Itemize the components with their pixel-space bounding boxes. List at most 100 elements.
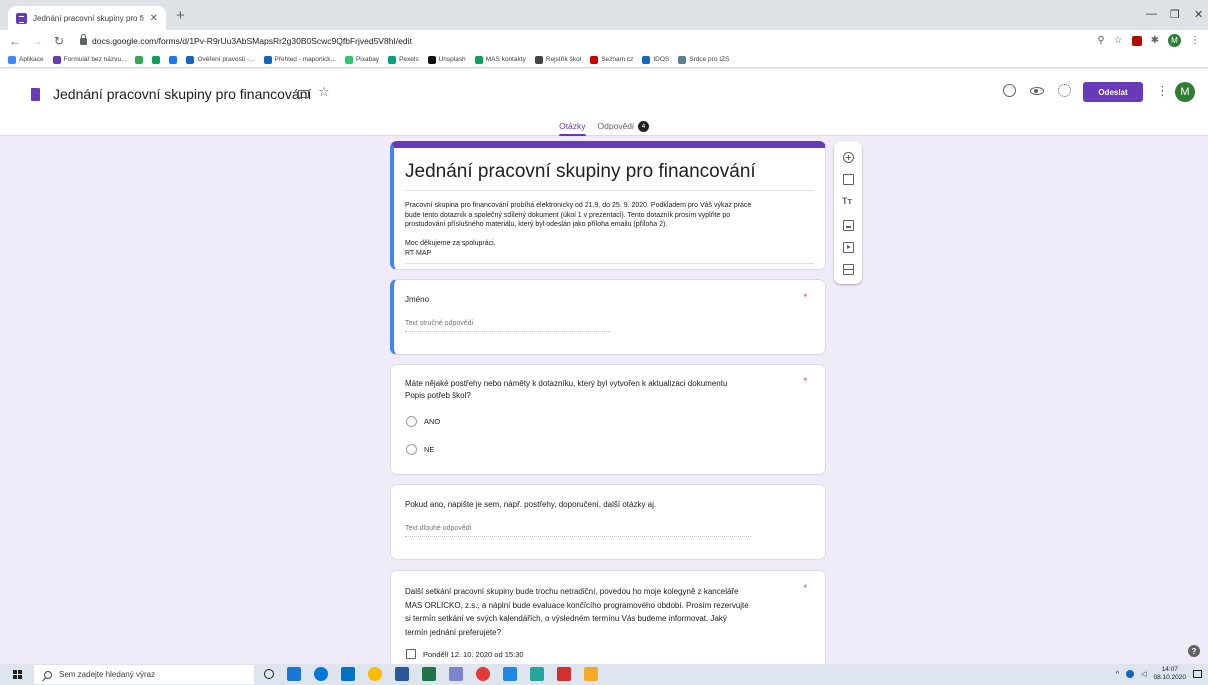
question-title[interactable]: Jméno [405,294,429,306]
bookmark-star-icon[interactable]: ☆ [1114,35,1123,46]
tray-chevron-icon[interactable]: ^ [1116,671,1119,678]
required-marker: * [803,292,807,302]
add-video-icon[interactable] [843,242,854,253]
question-title[interactable]: Máte nějaké postřehy nebo náměty k dotaz… [405,378,805,402]
form-header-card[interactable]: Jednání pracovní skupiny pro financování… [390,141,826,270]
cortana-icon[interactable] [264,669,274,679]
divider [405,190,814,191]
add-question-icon[interactable] [843,152,854,163]
bookmark-item[interactable]: Seznam.cz [590,55,634,64]
task-view-icon[interactable] [287,667,301,681]
file-explorer-icon[interactable] [584,667,598,681]
radio-button[interactable] [406,416,417,427]
tab-responses[interactable]: Odpovědi 4 [598,116,649,136]
form-description[interactable]: Pracovní skupina pro financování probíhá… [405,201,815,258]
radio-option[interactable]: NE [406,444,434,455]
bookmark-label: MAS kontakty [485,56,526,63]
tab-questions[interactable]: Otázky [559,116,586,136]
palette-icon[interactable] [1003,84,1016,97]
bookmark-item[interactable]: Pixabay [344,55,379,64]
paint-icon[interactable] [449,667,463,681]
acrobat-icon[interactable] [557,667,571,681]
radio-button[interactable] [406,444,417,455]
back-icon[interactable]: ← [8,34,22,48]
question-card[interactable]: Další setkání pracovní skupiny bude troc… [390,570,826,670]
close-tab-icon[interactable]: ✕ [150,13,158,24]
restore-icon[interactable]: ❐ [1170,8,1180,21]
question-title[interactable]: Pokud ano, napište je sem, např. postřeh… [405,499,656,511]
windows-taskbar: Sem zadejte hledaný výraz ^ ◁ 14:07 08.1… [0,664,1208,685]
new-tab-icon[interactable]: + [176,7,185,24]
vodafone-icon[interactable] [476,667,490,681]
forms-logo-icon[interactable] [31,88,40,101]
app-icon[interactable] [530,667,544,681]
checkbox-option[interactable]: Pondělí 12. 10. 2020 od 15:30 [406,649,524,659]
windows-start-icon[interactable] [13,670,22,679]
question-card[interactable]: Máte nějaké postřehy nebo náměty k dotaz… [390,364,826,475]
bookmark-item[interactable]: MAS kontakty [474,55,526,64]
bookmark-item[interactable]: Přehled - maporlick... [263,55,336,64]
outlook-icon[interactable] [341,667,355,681]
question-card[interactable]: Jméno * Text stručné odpovědi [390,279,826,355]
chrome-icon[interactable] [368,667,382,681]
star-icon[interactable]: ☆ [318,84,330,100]
network-icon[interactable] [1126,670,1135,678]
add-section-icon[interactable] [843,264,854,275]
bookmark-label: Seznam.cz [601,56,634,63]
word-icon[interactable] [395,667,409,681]
extensions-puzzle-icon[interactable]: ✱ [1151,35,1159,46]
browser-menu-icon[interactable]: ⋮ [1190,35,1200,46]
close-window-icon[interactable]: ✕ [1194,8,1203,21]
notifications-icon[interactable] [1193,670,1202,678]
clock-date: 08.10.2020 [1153,674,1186,681]
add-image-icon[interactable] [843,220,854,231]
send-button[interactable]: Odeslat [1083,82,1143,102]
bookmark-item[interactable] [135,55,144,64]
bookmark-favicon-icon [590,55,599,64]
preview-eye-icon[interactable] [1030,87,1044,95]
bookmark-item[interactable]: Srdce pro IZS [678,55,729,64]
teamviewer-icon[interactable] [314,667,328,681]
bookmark-item[interactable]: Ověření pravosti -... [186,55,255,64]
avatar[interactable]: M [1175,82,1195,102]
url-text[interactable]: docs.google.com/forms/d/1Pv-R9rUu3AbSMap… [92,36,412,46]
import-questions-icon[interactable] [843,174,854,185]
bookmark-favicon-icon [263,55,272,64]
responses-count-badge: 4 [637,120,649,132]
more-options-icon[interactable]: ⋮ [1156,83,1169,99]
form-title[interactable]: Jednání pracovní skupiny pro financování [405,161,756,183]
document-title[interactable]: Jednání pracovní skupiny pro financování [53,86,311,102]
reload-icon[interactable]: ↻ [52,34,66,48]
radio-option[interactable]: ANO [406,416,440,427]
tab-questions-label: Otázky [559,121,586,131]
excel-icon[interactable] [422,667,436,681]
bookmark-item[interactable]: Aplikace [8,55,44,64]
help-icon[interactable]: ? [1188,645,1200,657]
bookmark-item[interactable]: Pexels [388,55,419,64]
bookmark-item[interactable]: Formulář bez názvu... [52,55,126,64]
move-to-folder-icon[interactable] [298,90,309,98]
clock[interactable]: 14:07 08.10.2020 [1153,666,1186,682]
bookmark-item[interactable]: IDOS [642,55,669,64]
speaker-icon[interactable]: ◁ [1141,670,1146,678]
taskbar-search-input[interactable]: Sem zadejte hledaný výraz [34,665,254,684]
zoom-icon[interactable]: ⚲ [1097,35,1104,46]
settings-gear-icon[interactable] [1058,84,1071,97]
minimize-icon[interactable]: — [1146,8,1157,20]
question-card[interactable]: Pokud ano, napište je sem, např. postřeh… [390,484,826,560]
bookmark-item[interactable]: Unsplash [427,55,466,64]
required-marker: * [803,583,807,593]
pdf-extension-icon[interactable] [1131,35,1142,46]
forward-icon[interactable]: → [30,34,44,48]
option-label: Pondělí 12. 10. 2020 od 15:30 [423,649,524,659]
calculator-icon[interactable] [503,667,517,681]
bookmark-item[interactable] [152,55,161,64]
bookmark-item[interactable] [169,55,178,64]
checkbox[interactable] [406,649,416,659]
browser-tab[interactable]: Jednání pracovní skupiny pro fin ✕ [8,6,166,30]
bookmark-item[interactable]: Rejstřík škol [534,55,581,64]
omnibox[interactable]: docs.google.com/forms/d/1Pv-R9rUu3AbSMap… [80,32,1090,50]
profile-avatar-small[interactable]: M [1168,34,1181,47]
question-title[interactable]: Další setkání pracovní skupiny bude troc… [405,585,815,639]
add-title-icon[interactable]: Tт [842,196,852,206]
